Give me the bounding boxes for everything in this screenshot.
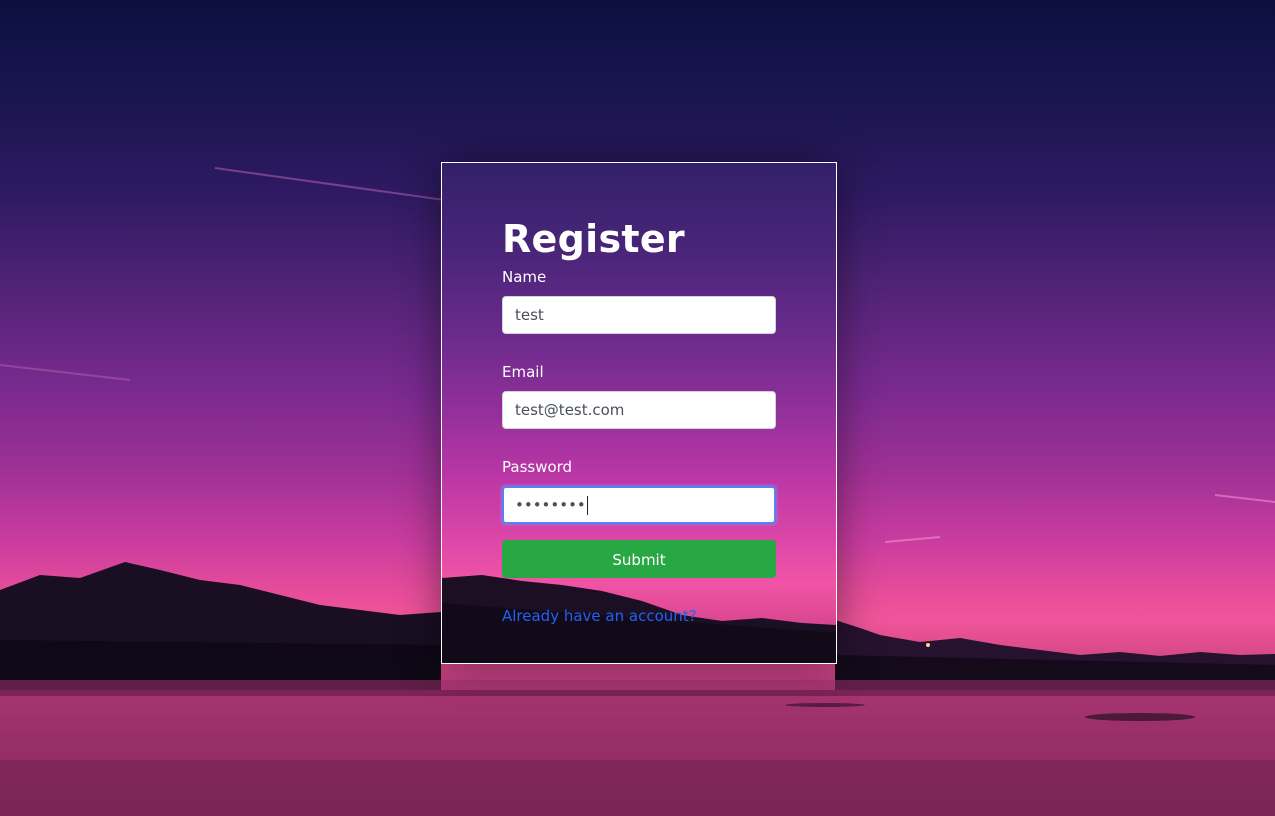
name-label: Name bbox=[502, 268, 547, 286]
submit-button[interactable]: Submit bbox=[502, 540, 776, 578]
password-group: Password •••••••• bbox=[502, 457, 776, 524]
name-group: Name test bbox=[502, 267, 776, 334]
email-group: Email test@test.com bbox=[502, 362, 776, 429]
text-cursor bbox=[586, 496, 588, 515]
register-card: Register Name test Email test@test.com P… bbox=[441, 162, 837, 664]
register-form: Register Name test Email test@test.com P… bbox=[502, 213, 776, 626]
email-label: Email bbox=[502, 363, 544, 381]
password-label: Password bbox=[502, 458, 573, 476]
name-field[interactable]: test bbox=[502, 296, 776, 334]
password-field[interactable]: •••••••• bbox=[502, 486, 776, 524]
password-value: •••••••• bbox=[515, 496, 586, 514]
email-field[interactable]: test@test.com bbox=[502, 391, 776, 429]
page-title: Register bbox=[502, 217, 685, 261]
login-link[interactable]: Already have an account? bbox=[502, 606, 697, 626]
